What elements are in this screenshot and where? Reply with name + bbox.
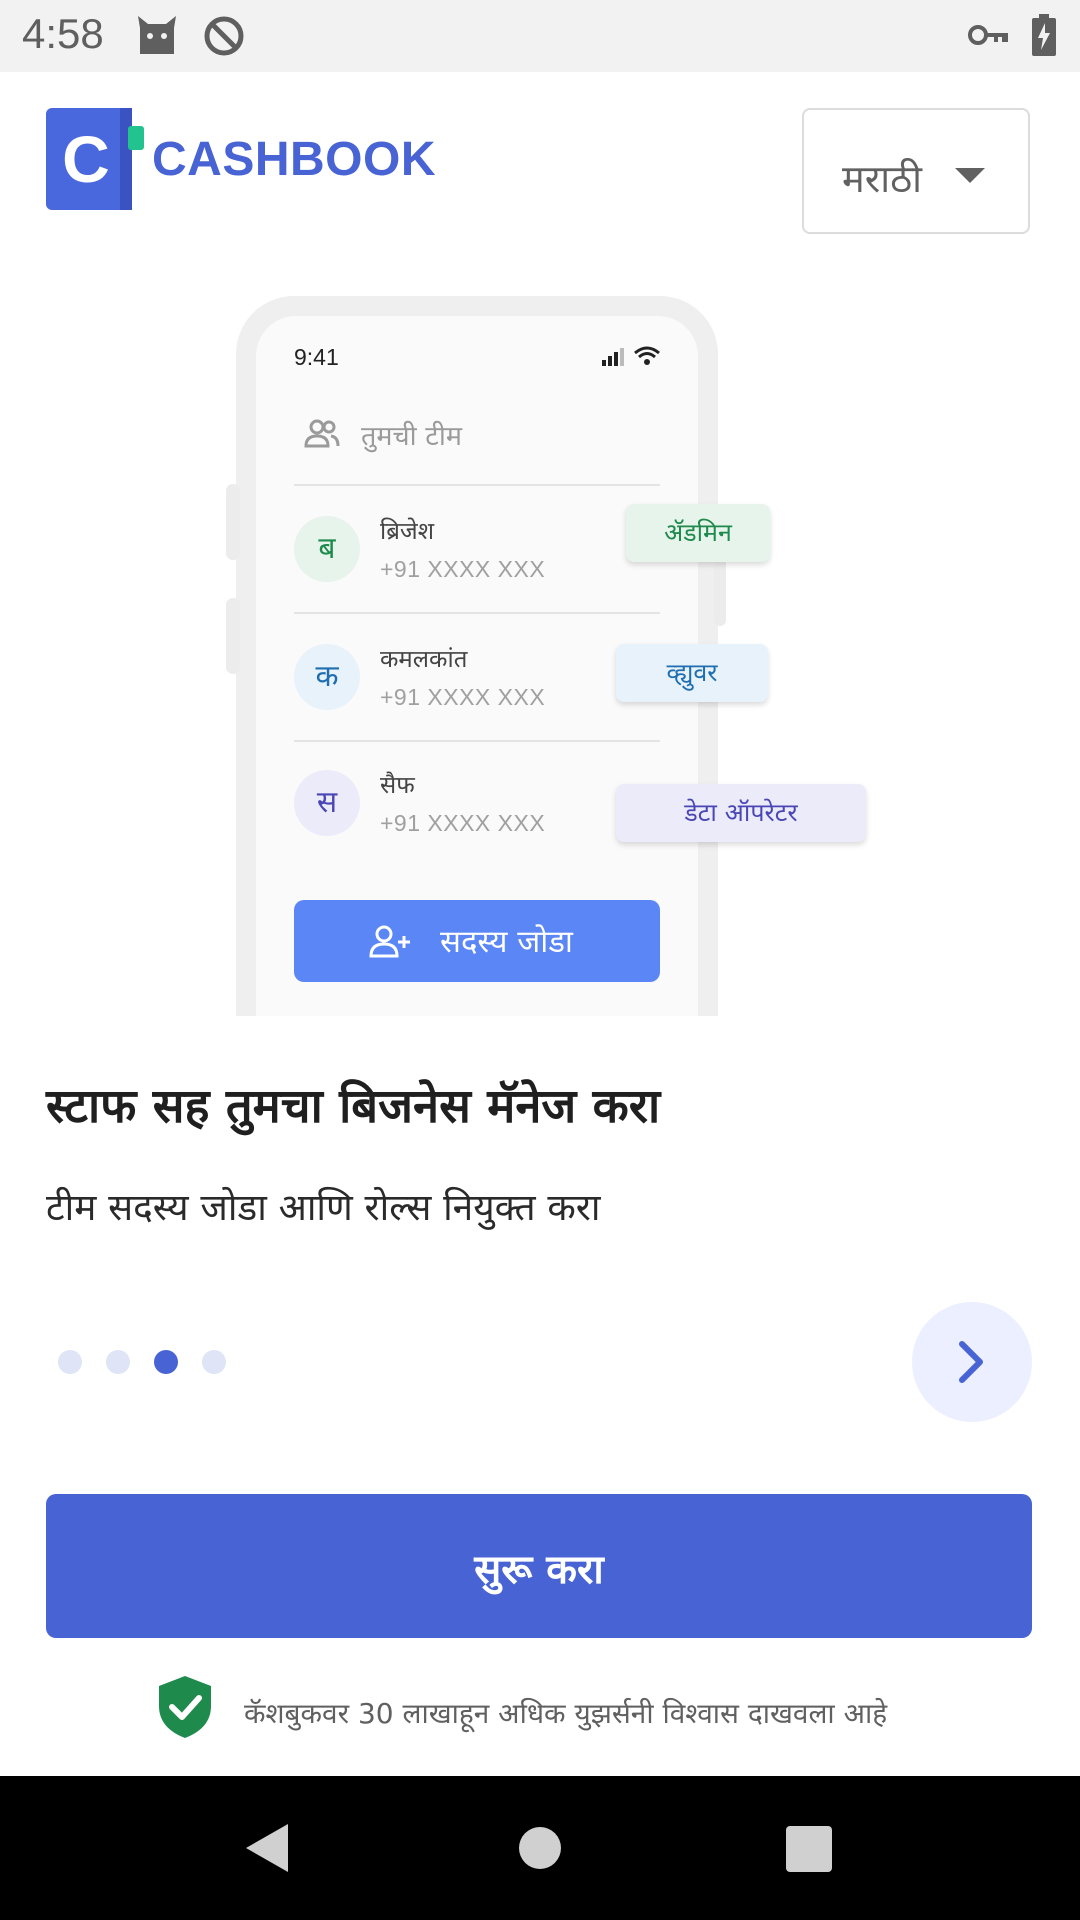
role-badge-admin: ॲडमिन [626, 504, 770, 562]
language-label: मराठी [842, 157, 923, 201]
member-name: ब्रिजेश [380, 517, 435, 545]
team-label: तुमची टीम [361, 421, 463, 452]
cashbook-logo: C [46, 108, 146, 210]
onboarding-headline: स्टाफ सह तुमचा बिजनेस मॅनेज करा [46, 1079, 661, 1134]
phone-side-button [226, 598, 240, 674]
divider [294, 612, 660, 614]
divider [294, 740, 660, 742]
chevron-down-icon [955, 168, 985, 183]
divider [294, 484, 660, 486]
add-member-label: सदस्य जोडा [440, 924, 573, 960]
language-selector[interactable]: मराठी [802, 108, 1030, 234]
back-icon[interactable] [244, 1822, 290, 1878]
member-name: सैफ [380, 771, 415, 799]
cat-icon [134, 14, 180, 60]
home-icon[interactable] [518, 1826, 562, 1874]
vpn-key-icon [968, 20, 1010, 54]
member-phone: +91 XXXX XXX [380, 810, 546, 836]
member-phone: +91 XXXX XXX [380, 684, 546, 710]
trust-message: कॅशबुकवर 30 लाखाहून अधिक युझर्सनी विश्वा… [244, 1697, 888, 1730]
cellular-signal-icon [602, 348, 624, 370]
brand-name: CASHBOOK [152, 133, 437, 186]
avatar: क [294, 644, 360, 710]
get-started-button[interactable]: सुरू करा [46, 1494, 1032, 1638]
avatar: ब [294, 516, 360, 582]
page-indicator-dot [106, 1350, 130, 1374]
next-button[interactable] [912, 1302, 1032, 1422]
battery-charging-icon [1032, 14, 1056, 60]
page-indicator-dot-active [154, 1350, 178, 1374]
status-time: 4:58 [22, 10, 104, 57]
verified-shield-icon [156, 1674, 214, 1744]
svg-text:C: C [62, 122, 110, 196]
role-badge-data-operator: डेटा ऑपरेटर [616, 784, 866, 842]
status-bar: 4:58 [0, 0, 1080, 72]
chevron-right-icon [954, 1340, 990, 1388]
add-member-button: सदस्य जोडा [294, 900, 660, 982]
navigation-bar [0, 1776, 1080, 1920]
role-badge-viewer: व्ह्युवर [616, 644, 768, 702]
member-phone: +91 XXXX XXX [380, 556, 546, 582]
get-started-label: सुरू करा [474, 1547, 604, 1593]
page-indicator-dot [58, 1350, 82, 1374]
onboarding-subline: टीम सदस्य जोडा आणि रोल्स नियुक्त करा [46, 1186, 601, 1229]
member-name: कमलकांत [380, 645, 468, 673]
phone-time: 9:41 [294, 344, 339, 370]
no-sync-icon [202, 14, 246, 62]
wifi-icon [634, 346, 660, 370]
page-indicator-dot [202, 1350, 226, 1374]
add-person-icon [368, 924, 412, 962]
avatar: स [294, 770, 360, 836]
recents-icon[interactable] [786, 1826, 832, 1876]
phone-side-button [226, 484, 240, 560]
people-icon [304, 418, 340, 452]
